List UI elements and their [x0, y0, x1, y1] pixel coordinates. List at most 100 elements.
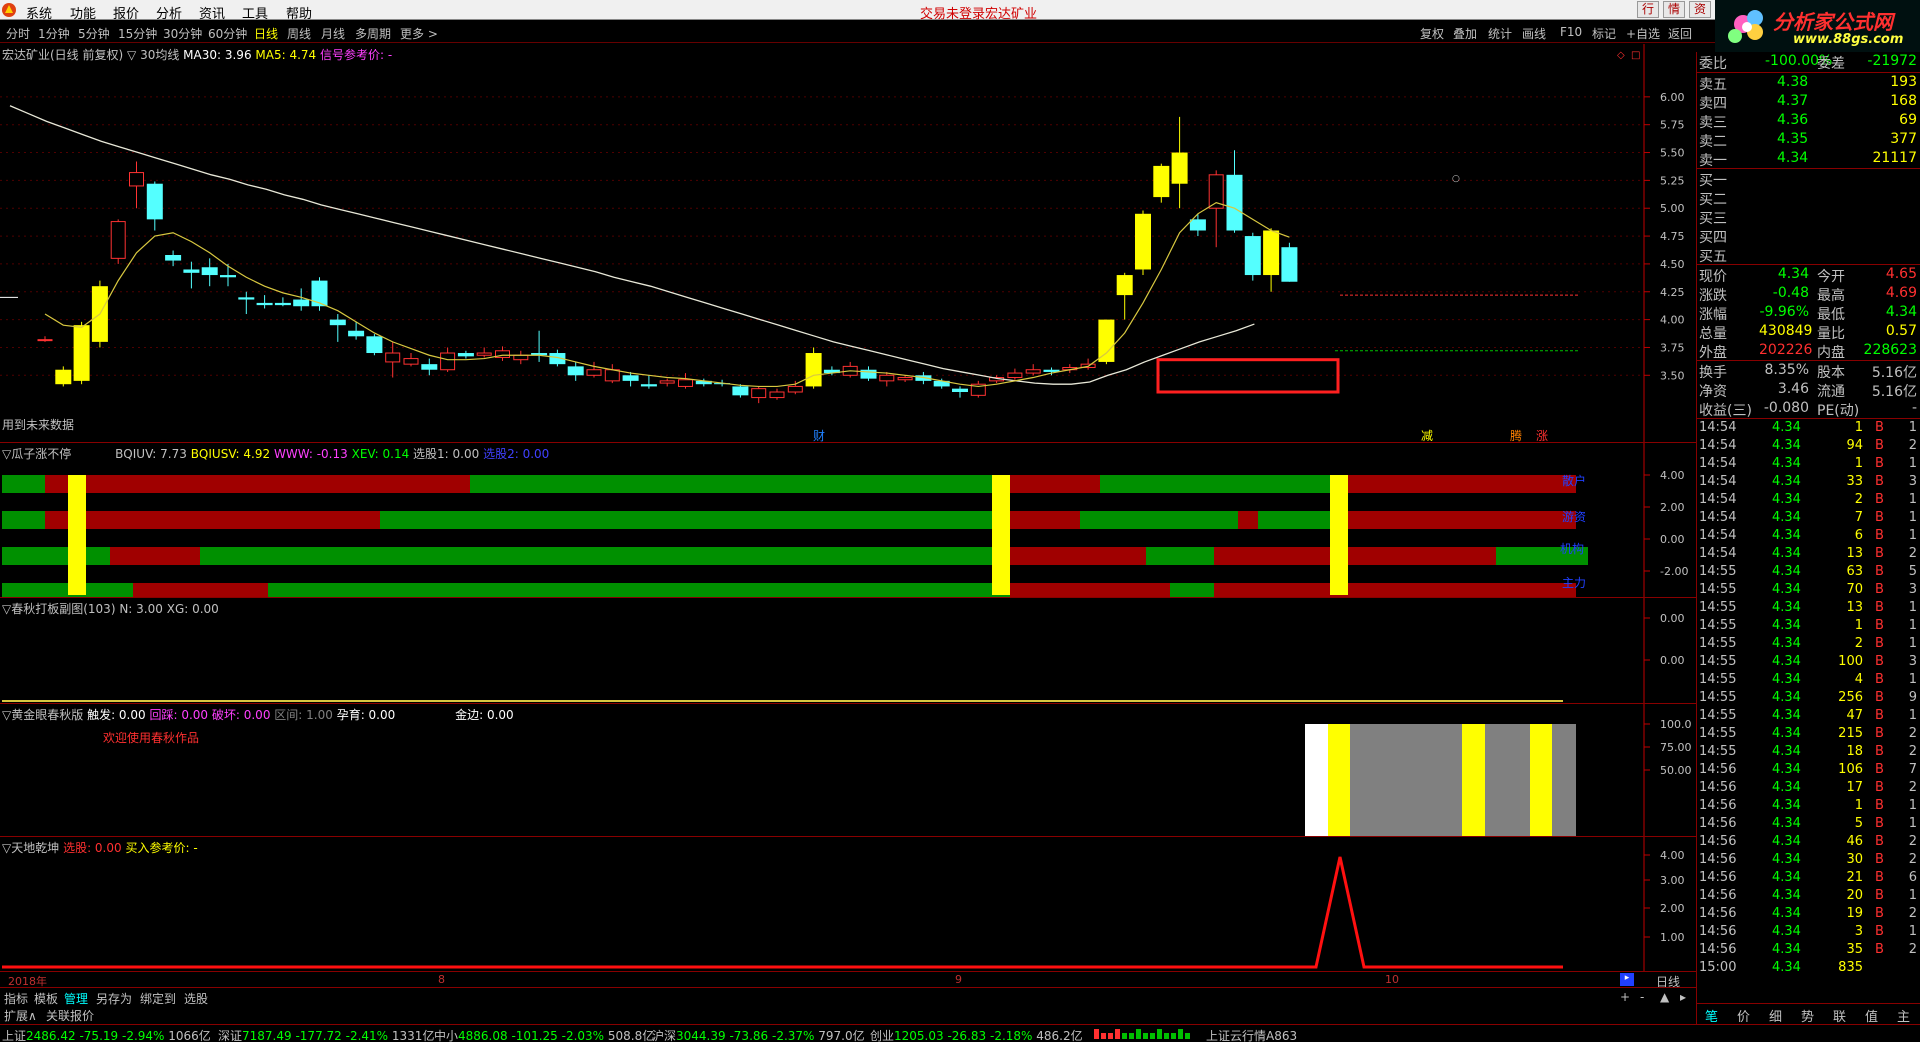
menu-quote[interactable]: 报价 [113, 3, 139, 22]
trade-tick-row[interactable]: 14:56 4.34 30 B 2 [1697, 851, 1920, 869]
menu-arrow-icon[interactable]: ▸ [1680, 990, 1686, 1004]
index-item[interactable]: 深证7187.49 -177.72 -2.41% 1331亿 [218, 1027, 434, 1042]
event-marker[interactable]: 减 [1421, 429, 1433, 442]
ask-row[interactable]: 卖四 4.37 168 [1697, 92, 1920, 112]
period-15min[interactable]: 15分钟 [118, 25, 157, 42]
zoom-out-icon[interactable]: - [1640, 990, 1644, 1004]
tool-f10[interactable]: F10 [1560, 25, 1582, 39]
trade-tick-row[interactable]: 14:56 4.34 106 B 7 [1697, 761, 1920, 779]
cloud-quote-status[interactable]: 上证云行情A863 [1206, 1027, 1297, 1042]
tool-overlay[interactable]: 叠加 [1453, 25, 1477, 42]
square-icon[interactable]: □ [1631, 50, 1640, 61]
trade-tick-row[interactable]: 14:56 4.34 3 B 1 [1697, 923, 1920, 941]
trade-tick-row[interactable]: 14:55 4.34 1 B 1 [1697, 617, 1920, 635]
login-status[interactable]: 交易未登录 [920, 3, 985, 22]
index-item[interactable]: 沪深3044.39 -73.86 -2.37% 797.0亿 [652, 1027, 865, 1042]
bid-row[interactable]: 买二 [1697, 188, 1920, 208]
period-intraday[interactable]: 分时 [6, 25, 30, 42]
quote-tab[interactable]: 细 [1769, 1006, 1782, 1025]
trade-tick-row[interactable]: 14:54 4.34 7 B 1 [1697, 509, 1920, 527]
brand-url[interactable]: www.88gs.com [1793, 32, 1903, 47]
ask-row[interactable]: 卖二 4.35 377 [1697, 130, 1920, 150]
event-marker[interactable]: 涨 [1536, 428, 1548, 442]
tool-restore-rights[interactable]: 复权 [1420, 25, 1444, 42]
quote-tab[interactable]: 价 [1737, 1006, 1750, 1025]
tiandi-chart[interactable]: 4.00 3.00 2.00 1.00 [0, 837, 1696, 972]
tool-mark[interactable]: 标记 [1592, 25, 1616, 42]
trade-tick-row[interactable]: 14:54 4.34 2 B 1 [1697, 491, 1920, 509]
event-marker[interactable]: 腾 [1510, 428, 1522, 442]
trade-tick-row[interactable]: 14:56 4.34 1 B 1 [1697, 797, 1920, 815]
trade-tick-row[interactable]: 14:56 4.34 21 B 6 [1697, 869, 1920, 887]
period-5min[interactable]: 5分钟 [78, 25, 110, 42]
indicator-guazi-panel[interactable]: ▽瓜子涨不停 BQIUV: 7.73 BQIUSV: 4.92 WWW: -0.… [0, 442, 1696, 598]
menu-analysis[interactable]: 分析 [156, 3, 182, 22]
period-more[interactable]: 更多 > [400, 25, 438, 42]
period-weekly[interactable]: 周线 [287, 25, 311, 42]
trade-tick-row[interactable]: 14:55 4.34 100 B 3 [1697, 653, 1920, 671]
main-kline-panel[interactable]: 宏达矿业(日线 前复权) ▽ 30均线 MA30: 3.96 MA5: 4.74… [0, 44, 1696, 442]
trade-tick-row[interactable]: 14:54 4.34 1 B 1 [1697, 419, 1920, 437]
index-item[interactable]: 中小4886.08 -101.25 -2.03% 508.8亿 [434, 1027, 654, 1042]
trade-tick-row[interactable]: 14:56 4.34 46 B 2 [1697, 833, 1920, 851]
quote-tab[interactable]: 势 [1801, 1006, 1814, 1025]
tab-related-quote[interactable]: 关联报价 [46, 1007, 94, 1024]
index-item[interactable]: 创业1205.03 -26.83 -2.18% 486.2亿 [870, 1027, 1083, 1042]
quote-tab[interactable]: 值 [1865, 1006, 1878, 1025]
trade-tick-row[interactable]: 14:54 4.34 94 B 2 [1697, 437, 1920, 455]
trade-tick-row[interactable]: 14:55 4.34 4 B 1 [1697, 671, 1920, 689]
ask-row[interactable]: 卖五 4.38 193 [1697, 73, 1920, 93]
ask-row[interactable]: 卖三 4.36 69 [1697, 111, 1920, 131]
period-monthly[interactable]: 月线 [321, 25, 345, 42]
trade-tick-row[interactable]: 14:55 4.34 13 B 1 [1697, 599, 1920, 617]
trade-tick-row[interactable]: 14:54 4.34 6 B 1 [1697, 527, 1920, 545]
trade-tick-row[interactable]: 14:55 4.34 18 B 2 [1697, 743, 1920, 761]
event-marker[interactable]: 财 [813, 429, 825, 442]
trade-tick-row[interactable]: 14:54 4.34 13 B 2 [1697, 545, 1920, 563]
guazi-bar-chart[interactable]: 散户游资机构主力 4.00 2.00 0.00 -2.00 [0, 443, 1696, 598]
period-multi[interactable]: 多周期 [355, 25, 391, 42]
tool-back[interactable]: 返回 [1668, 25, 1692, 42]
diamond-icon[interactable]: ◇ [1617, 50, 1625, 61]
trade-tick-row[interactable]: 14:56 4.34 35 B 2 [1697, 941, 1920, 959]
window-button-zi[interactable]: 资 [1689, 1, 1711, 18]
quote-tab[interactable]: 联 [1833, 1006, 1846, 1025]
indicator-chunqiu-panel[interactable]: ▽春秋打板副图(103) N: 3.00 XG: 0.00 0.00 0.00 [0, 597, 1696, 704]
period-60min[interactable]: 60分钟 [208, 25, 247, 42]
menu-system[interactable]: 系统 [26, 3, 52, 22]
window-button-qing[interactable]: 情 [1663, 1, 1685, 18]
trade-tick-row[interactable]: 14:56 4.34 20 B 1 [1697, 887, 1920, 905]
menu-tools[interactable]: 工具 [242, 3, 268, 22]
bid-row[interactable]: 买四 [1697, 226, 1920, 246]
bid-row[interactable]: 买一 [1697, 169, 1920, 189]
trade-tick-row[interactable]: 14:55 4.34 256 B 9 [1697, 689, 1920, 707]
period-1min[interactable]: 1分钟 [38, 25, 70, 42]
trade-tick-row[interactable]: 14:55 4.34 47 B 1 [1697, 707, 1920, 725]
indicator-golden-eye-panel[interactable]: ▽黄金眼春秋版 触发: 0.00 回踩: 0.00 破坏: 0.00 区间: 1… [0, 703, 1696, 837]
tool-draw-line[interactable]: 画线 [1522, 25, 1546, 42]
ask-row[interactable]: 卖一 4.34 21117 [1697, 149, 1920, 169]
window-button-hang[interactable]: 行 [1637, 1, 1659, 18]
collapse-icon[interactable]: ▲ [1660, 990, 1669, 1004]
period-daily[interactable]: 日线 [254, 25, 278, 42]
trade-tick-row[interactable]: 14:55 4.34 70 B 3 [1697, 581, 1920, 599]
trade-tick-row[interactable]: 15:00 4.34 835 [1697, 959, 1920, 977]
trade-tick-row[interactable]: 14:56 4.34 19 B 2 [1697, 905, 1920, 923]
trade-tick-row[interactable]: 14:54 4.34 1 B 1 [1697, 455, 1920, 473]
menu-function[interactable]: 功能 [70, 3, 96, 22]
stock-name-link[interactable]: 宏达矿业 [985, 3, 1037, 22]
tool-add-watchlist[interactable]: +自选 [1626, 25, 1660, 42]
period-30min[interactable]: 30分钟 [163, 25, 202, 42]
trade-tick-row[interactable]: 14:56 4.34 17 B 2 [1697, 779, 1920, 797]
index-item[interactable]: 上证2486.42 -75.19 -2.94% 1066亿 [2, 1027, 211, 1042]
kline-chart[interactable]: 6.00 5.75 5.50 5.25 5.00 4.75 4.50 4.25 4.00 3.75… [0, 44, 1696, 442]
chunqiu-chart[interactable]: 0.00 0.00 [0, 598, 1696, 704]
golden-eye-chart[interactable]: 100.0 75.00 50.00 [0, 704, 1696, 837]
bid-row[interactable]: 买五 [1697, 245, 1920, 265]
bid-row[interactable]: 买三 [1697, 207, 1920, 227]
trade-tick-row[interactable]: 14:55 4.34 2 B 1 [1697, 635, 1920, 653]
quote-tab[interactable]: 笔 [1705, 1006, 1718, 1025]
zoom-in-icon[interactable]: + [1620, 990, 1630, 1004]
tool-statistics[interactable]: 统计 [1488, 25, 1512, 42]
scroll-right-icon[interactable]: ▸ [1620, 973, 1634, 986]
